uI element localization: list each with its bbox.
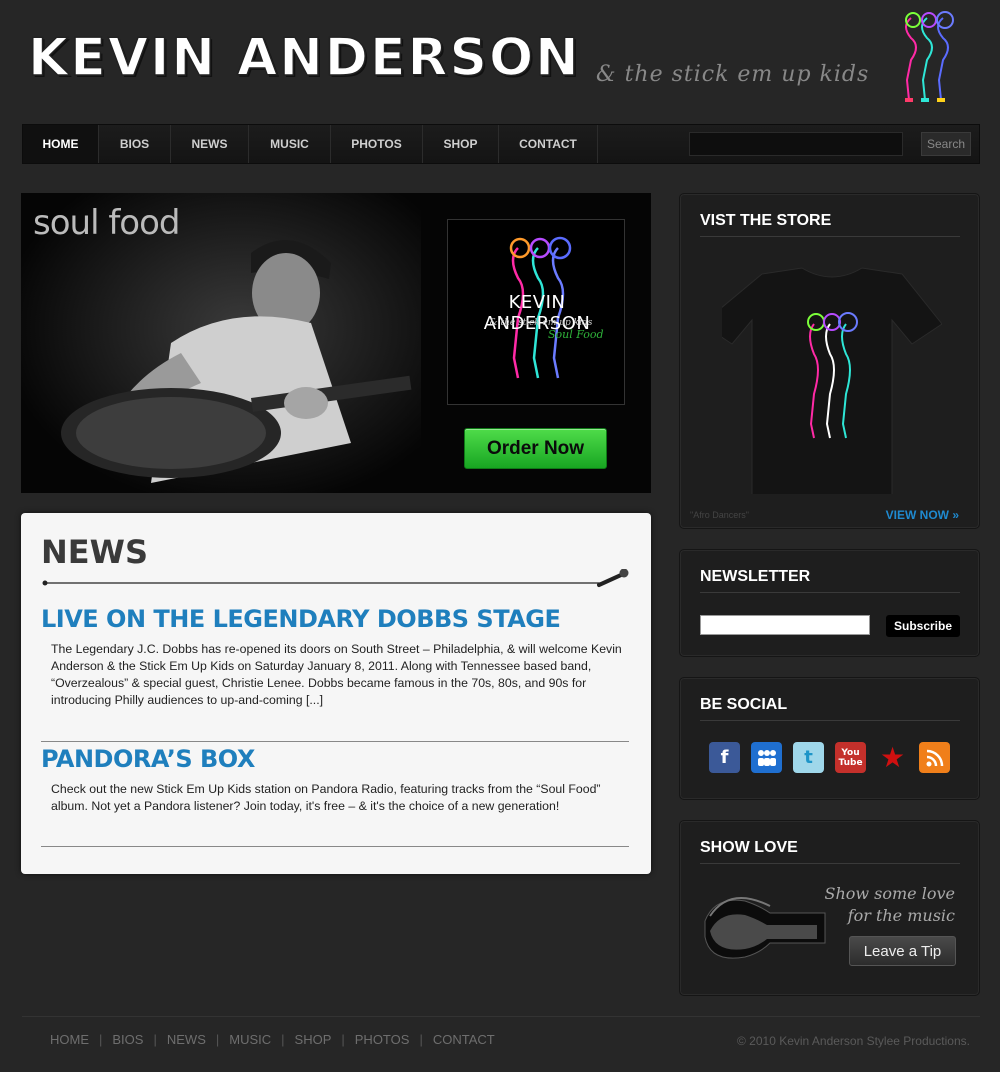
newsletter-email-input[interactable] (700, 615, 870, 635)
post-title[interactable]: LIVE ON THE LEGENDARY DOBBS STAGE (41, 605, 629, 633)
post-title[interactable]: PANDORA’S BOX (41, 745, 629, 773)
footer-link-shop[interactable]: SHOP (285, 1032, 342, 1047)
news-heading: NEWS (41, 533, 148, 571)
newsletter-widget: NEWSLETTER Subscribe (679, 549, 980, 657)
nav-bios[interactable]: BIOS (99, 125, 171, 163)
album-cover[interactable]: KEVIN ANDERSON & the stick em up kids So… (447, 219, 625, 405)
leave-a-tip-button[interactable]: Leave a Tip (849, 936, 956, 966)
show-love-text: Show some love for the music (824, 884, 955, 925)
footer-divider (22, 1016, 980, 1017)
rss-icon[interactable] (919, 742, 950, 773)
search-button[interactable]: Search (921, 132, 971, 156)
facebook-icon[interactable]: f (709, 742, 740, 773)
show-love-widget: SHOW LOVE Show some love for the music L… (679, 820, 980, 996)
twitter-icon[interactable]: t (793, 742, 824, 773)
youtube-icon[interactable]: You Tube (835, 742, 866, 773)
news-post: PANDORA’S BOX Check out the new Stick Em… (41, 745, 629, 815)
site-title[interactable]: KEVIN ANDERSON (27, 27, 581, 89)
post-divider (41, 846, 629, 847)
site-tagline: & the stick em up kids (596, 62, 870, 87)
hero-banner: soul food KEVIN ANDERSON & the stick em … (21, 193, 651, 493)
album-subtitle: & the stick em up kids (489, 318, 593, 328)
footer-link-home[interactable]: HOME (40, 1032, 99, 1047)
subscribe-button[interactable]: Subscribe (886, 615, 960, 637)
search-input[interactable] (689, 132, 903, 156)
footer-link-bios[interactable]: BIOS (102, 1032, 153, 1047)
footer-link-music[interactable]: MUSIC (219, 1032, 281, 1047)
copyright-text: © 2010 Kevin Anderson Stylee Productions… (737, 1034, 970, 1048)
microphone-divider-icon (42, 569, 629, 587)
news-post: LIVE ON THE LEGENDARY DOBBS STAGE The Le… (41, 605, 629, 709)
nav-photos[interactable]: PHOTOS (331, 125, 423, 163)
post-body: The Legendary J.C. Dobbs has re-opened i… (51, 642, 622, 707)
show-love-title: SHOW LOVE (700, 839, 960, 864)
hero-title: soul food (33, 203, 180, 243)
footer-nav: HOME | BIOS | NEWS | MUSIC | SHOP | PHOT… (40, 1032, 505, 1047)
main-nav: HOME BIOS NEWS MUSIC PHOTOS SHOP CONTACT… (22, 124, 980, 164)
newsletter-title: NEWSLETTER (700, 568, 960, 593)
album-title: Soul Food (548, 328, 604, 341)
star-icon[interactable]: ★ (877, 741, 908, 774)
nav-news[interactable]: NEWS (171, 125, 249, 163)
myspace-icon[interactable] (751, 742, 782, 773)
social-title: BE SOCIAL (700, 696, 960, 721)
order-now-button[interactable]: Order Now (464, 428, 607, 469)
footer-link-news[interactable]: NEWS (157, 1032, 216, 1047)
store-title: VIST THE STORE (700, 212, 960, 237)
view-now-link[interactable]: VIEW NOW » (886, 508, 959, 522)
post-body: Check out the new Stick Em Up Kids stati… (51, 782, 601, 813)
store-caption: "Afro Dancers" (690, 510, 749, 520)
social-icons: f t You Tube ★ (709, 741, 950, 774)
footer-link-photos[interactable]: PHOTOS (345, 1032, 420, 1047)
post-divider (41, 741, 629, 742)
footer-link-contact[interactable]: CONTACT (423, 1032, 505, 1047)
store-widget: VIST THE STORE "Afro Dancers" VIEW NOW » (679, 193, 980, 529)
nav-contact[interactable]: CONTACT (499, 125, 598, 163)
nav-music[interactable]: MUSIC (249, 125, 331, 163)
tshirt-image[interactable] (722, 264, 942, 494)
news-panel: NEWS LIVE ON THE LEGENDARY DOBBS STAGE T… (21, 513, 651, 874)
social-widget: BE SOCIAL f t You Tube ★ (679, 677, 980, 800)
dancers-logo-icon (905, 11, 954, 102)
nav-home[interactable]: HOME (23, 125, 99, 163)
nav-shop[interactable]: SHOP (423, 125, 499, 163)
